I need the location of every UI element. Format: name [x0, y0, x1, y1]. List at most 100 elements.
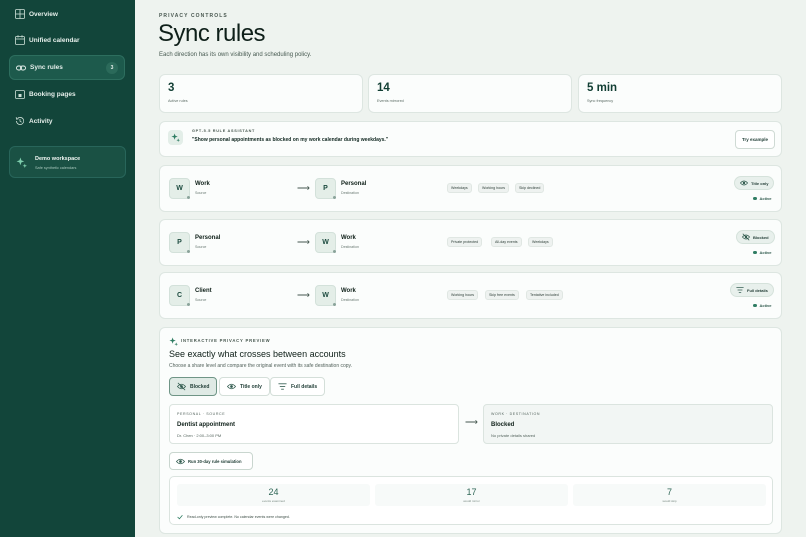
- try-example-button[interactable]: Try example: [735, 130, 775, 149]
- source-calendar-dot: [187, 250, 190, 253]
- option-label: Blocked: [190, 383, 210, 390]
- sidebar-item-booking-pages[interactable]: Booking pages: [9, 82, 125, 106]
- simulation-note: Read-only preview complete. No calendar …: [177, 514, 290, 520]
- share-level-pill[interactable]: Title only: [734, 176, 775, 190]
- workspace-name: Demo workspace: [35, 156, 81, 162]
- result-label: would skip: [662, 499, 677, 503]
- sidebar-item-label: Booking pages: [29, 90, 76, 98]
- rule-status-label: Active: [759, 196, 772, 201]
- stat-label: Sync frequency: [587, 99, 614, 103]
- destination-calendar-name: Work: [341, 288, 356, 294]
- share-level-pill[interactable]: Full details: [730, 283, 774, 297]
- sparkle-icon: [169, 337, 178, 346]
- event-label: PERSONAL · SOURCE: [177, 412, 226, 416]
- workspace-subtitle: Safe synthetic calendars: [35, 166, 77, 170]
- sidebar-item-activity[interactable]: Activity: [9, 109, 125, 133]
- status-dot-icon: [753, 196, 757, 201]
- check-icon: [177, 514, 183, 520]
- preview-label: INTERACTIVE PRIVACY PREVIEW: [181, 338, 271, 343]
- assistant-icon-box: [168, 130, 183, 145]
- filter-icon: [736, 287, 744, 293]
- source-calendar-name: Personal: [195, 235, 221, 241]
- page-subtitle: Each direction has its own visibility an…: [159, 52, 312, 58]
- rule-status-label: Active: [759, 303, 772, 308]
- sparkle-icon: [171, 133, 180, 142]
- source-calendar-role: Source: [195, 298, 207, 302]
- rule-status: Active: [753, 196, 772, 201]
- link-icon: [16, 65, 26, 70]
- sidebar-item-label: Sync rules: [30, 64, 63, 71]
- stat-card-active-rules: 3 Active rules: [159, 74, 363, 113]
- destination-calendar-dot: [333, 303, 336, 306]
- stat-value: 14: [377, 82, 390, 94]
- destination-calendar-role: Destination: [341, 191, 359, 195]
- rule-chip: Working hours: [447, 290, 479, 300]
- destination-calendar-name: Work: [341, 235, 356, 241]
- sync-rules-count-badge: 3: [106, 62, 118, 74]
- destination-calendar-dot: [333, 196, 336, 199]
- filter-icon: [278, 383, 287, 390]
- source-calendar-dot: [187, 196, 190, 199]
- stat-label: Events mirrored: [377, 99, 404, 103]
- sidebar-item-unified-calendar[interactable]: Unified calendar: [9, 28, 125, 52]
- event-subtitle: Dr. Chen · 2:00–3:00 PM: [177, 433, 222, 438]
- eye-off-icon: [177, 382, 186, 391]
- sync-rule-card[interactable]: C Client Source ⟶ W Work Destination Wor…: [159, 272, 782, 319]
- assistant-prompt[interactable]: "Show personal appointments as blocked o…: [192, 137, 388, 143]
- source-calendar-name: Work: [195, 181, 210, 187]
- rule-status-label: Active: [759, 250, 772, 255]
- destination-calendar-dot: [333, 250, 336, 253]
- preview-subtitle: Choose a share level and compare the ori…: [169, 363, 353, 369]
- run-simulation-button[interactable]: Run 30-day rule simulation: [169, 452, 253, 470]
- stat-value: 5 min: [587, 82, 618, 94]
- share-level-option-title-only[interactable]: Title only: [219, 377, 270, 396]
- page-eyebrow: PRIVACY CONTROLS: [159, 13, 228, 19]
- stat-card-events-mirrored: 14 Events mirrored: [368, 74, 572, 113]
- note-text: Read-only preview complete. No calendar …: [187, 515, 290, 519]
- stat-card-sync-frequency: 5 min Sync frequency: [578, 74, 782, 113]
- event-title: Blocked: [491, 422, 515, 428]
- stat-value: 3: [168, 82, 175, 94]
- stat-label: Active rules: [168, 99, 188, 103]
- result-value: 17: [466, 487, 477, 497]
- source-calendar-role: Source: [195, 191, 207, 195]
- rule-chip: Tentative included: [526, 290, 563, 300]
- event-subtitle: No private details shared: [491, 433, 536, 438]
- grid-icon: [15, 9, 25, 19]
- share-level-label: Blocked: [753, 234, 769, 240]
- assistant-label: GPT-5.5 RULE ASSISTANT: [192, 129, 256, 133]
- share-level-option-full-details[interactable]: Full details: [270, 377, 326, 396]
- arrow-right-icon: ⟶: [465, 417, 478, 427]
- destination-event-preview: WORK · DESTINATION Blocked No private de…: [483, 404, 773, 444]
- destination-calendar-role: Destination: [341, 245, 359, 249]
- eye-icon: [176, 458, 185, 464]
- sidebar-item-sync-rules[interactable]: Sync rules 3: [9, 55, 125, 80]
- sync-rule-card[interactable]: W Work Source ⟶ P Personal Destination W…: [159, 165, 782, 212]
- share-level-pill[interactable]: Blocked: [736, 230, 775, 244]
- rule-chip: Private protected: [447, 237, 483, 247]
- status-dot-icon: [753, 250, 757, 255]
- rule-status: Active: [753, 303, 772, 308]
- rule-chip: Skip declined: [515, 183, 545, 193]
- calendar-icon: [15, 35, 25, 45]
- destination-calendar-role: Destination: [341, 298, 359, 302]
- sidebar-item-label: Unified calendar: [29, 36, 80, 44]
- sync-rule-card[interactable]: P Personal Source ⟶ W Work Destination P…: [159, 219, 782, 266]
- result-label: would mirror: [463, 499, 480, 503]
- button-label: Run 30-day rule simulation: [188, 458, 242, 464]
- privacy-preview-card: INTERACTIVE PRIVACY PREVIEW See exactly …: [159, 327, 782, 534]
- share-level-label: Title only: [751, 180, 769, 186]
- rule-chip: Working hours: [478, 183, 510, 193]
- arrow-right-icon: ⟶: [297, 183, 310, 193]
- sidebar-item-label: Overview: [29, 10, 58, 18]
- workspace-switcher[interactable]: Demo workspace Safe synthetic calendars: [9, 146, 126, 178]
- arrow-right-icon: ⟶: [297, 237, 310, 247]
- rule-chip: Skip free events: [485, 290, 519, 300]
- rule-chip: All-day events: [491, 237, 522, 247]
- eye-icon: [227, 383, 236, 390]
- source-calendar-dot: [187, 303, 190, 306]
- share-level-option-blocked[interactable]: Blocked: [169, 377, 218, 396]
- sidebar-item-overview[interactable]: Overview: [9, 2, 125, 26]
- sidebar: Overview Unified calendar Sync rules 3 B…: [0, 0, 135, 537]
- source-event-preview: PERSONAL · SOURCE Dentist appointment Dr…: [169, 404, 459, 444]
